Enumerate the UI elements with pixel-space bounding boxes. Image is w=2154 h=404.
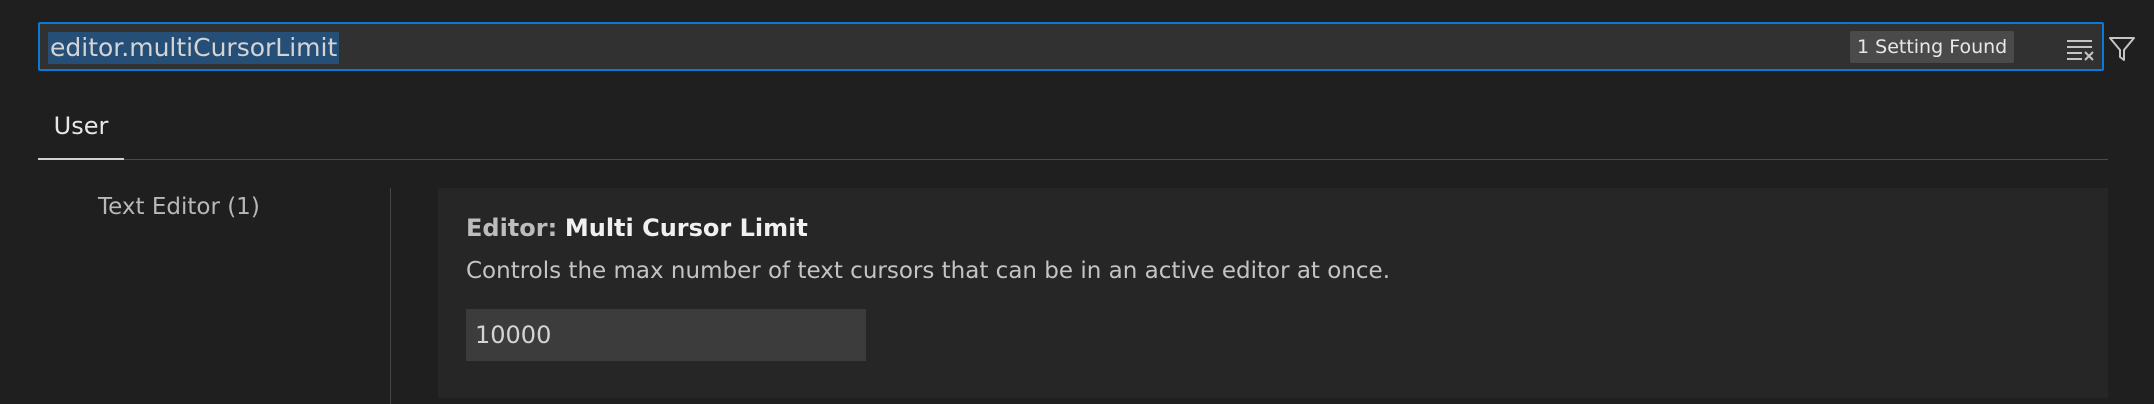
toc-splitter[interactable]	[390, 188, 391, 404]
filter-icon	[2109, 37, 2135, 61]
setting-title: Editor: Multi Cursor Limit	[466, 214, 808, 242]
tab-divider	[38, 159, 2108, 160]
setting-item: Editor: Multi Cursor Limit Controls the …	[438, 188, 2108, 398]
clear-filter-icon	[2067, 40, 2094, 61]
filter-button[interactable]	[2107, 34, 2137, 64]
multi-cursor-limit-input[interactable]	[466, 309, 866, 361]
setting-category: Editor:	[466, 214, 558, 242]
setting-description: Controls the max number of text cursors …	[466, 258, 1391, 284]
search-input[interactable]: editor.multiCursorLimit	[48, 32, 340, 64]
active-tab-indicator	[38, 158, 124, 160]
tab-user[interactable]: User	[38, 100, 124, 158]
results-count-badge: 1 Setting Found	[1850, 31, 2015, 63]
settings-scope-tabs: User	[38, 100, 2108, 160]
setting-name: Multi Cursor Limit	[564, 214, 808, 242]
clear-filter-button[interactable]	[2065, 34, 2095, 64]
toc-item-text-editor[interactable]: Text Editor (1)	[98, 194, 260, 220]
settings-search-box[interactable]: editor.multiCursorLimit 1 Setting Found	[38, 22, 2135, 71]
